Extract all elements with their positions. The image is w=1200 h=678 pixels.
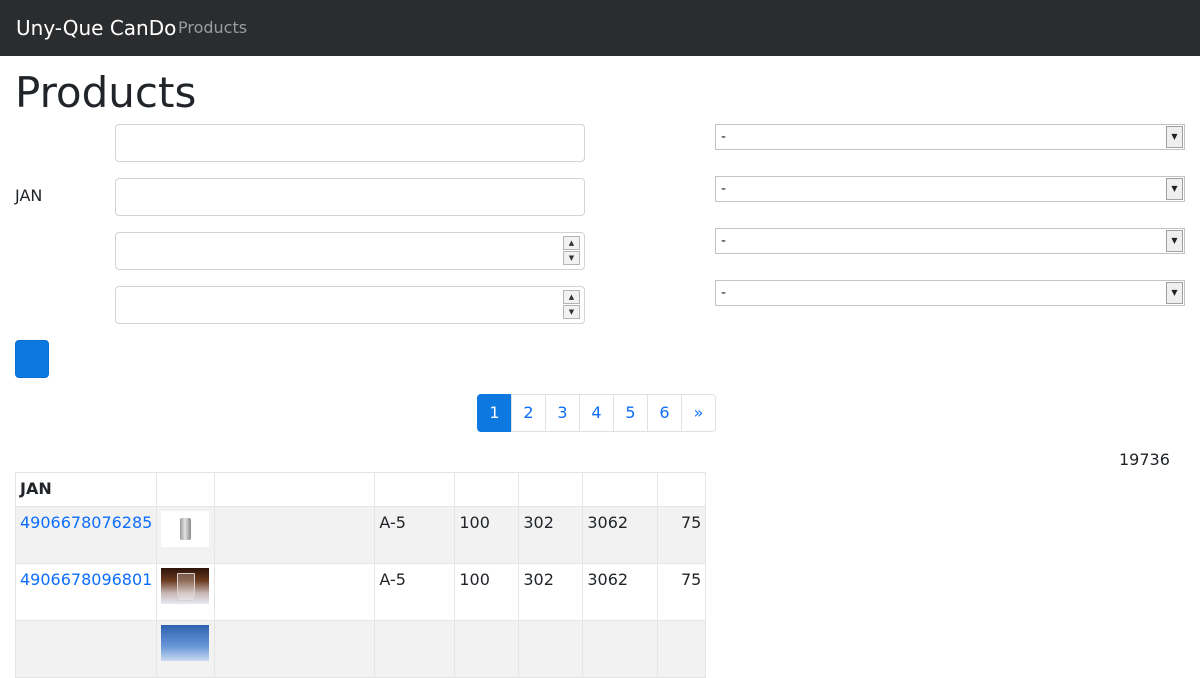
name-cell: [214, 620, 376, 678]
value-cell: [657, 620, 707, 678]
value-cell: [518, 620, 584, 678]
jan-cell: 4906678096801: [14, 563, 158, 621]
product-glass-icon: [161, 511, 210, 547]
grade-cell: A-5: [374, 563, 456, 621]
column-header-jan[interactable]: JAN: [14, 472, 158, 507]
column-header: [582, 472, 659, 507]
page-link-next[interactable]: »: [681, 394, 716, 432]
filter-select-1[interactable]: - ▼: [715, 124, 1185, 150]
nav-link-products[interactable]: Products: [178, 18, 247, 38]
page-link-6[interactable]: 6: [647, 394, 682, 432]
jan-link[interactable]: 4906678096801: [20, 570, 152, 589]
total-count: 19736: [1119, 450, 1170, 469]
jan-cell: 4906678076285: [14, 506, 158, 564]
image-cell: [156, 563, 216, 621]
jan-input[interactable]: [115, 178, 585, 216]
navbar: Uny-Que CanDo Products: [0, 0, 1200, 56]
grade-cell: A-5: [374, 506, 456, 564]
value-cell: 3062: [582, 506, 659, 564]
product-glass-icon: [161, 568, 210, 604]
brand-link[interactable]: Uny-Que CanDo: [16, 15, 176, 41]
number-spinner[interactable]: ▲ ▼: [563, 290, 580, 320]
name-cell: [214, 506, 376, 564]
spin-up-icon[interactable]: ▲: [563, 290, 580, 304]
number-spinner[interactable]: ▲ ▼: [563, 236, 580, 266]
page-link-3[interactable]: 3: [545, 394, 580, 432]
value-cell: 75: [657, 506, 707, 564]
value-cell: 3062: [582, 563, 659, 621]
pagination: 1 2 3 4 5 6 »: [477, 394, 716, 432]
page-link-5[interactable]: 5: [613, 394, 648, 432]
spin-up-icon[interactable]: ▲: [563, 236, 580, 250]
chevron-down-icon: ▼: [1166, 178, 1183, 200]
value-cell: 75: [657, 563, 707, 621]
number-input-1[interactable]: ▲ ▼: [115, 232, 585, 270]
page-link-1[interactable]: 1: [477, 394, 512, 432]
image-cell: [156, 620, 216, 678]
page-title: Products: [15, 68, 197, 117]
filter-label-jan: JAN: [15, 186, 43, 205]
jan-link[interactable]: 4906678076285: [20, 513, 152, 532]
product-image-icon: [161, 625, 210, 661]
chevron-down-icon: ▼: [1166, 230, 1183, 252]
chevron-down-icon: ▼: [1166, 282, 1183, 304]
table-row: [14, 620, 707, 678]
value-cell: [582, 620, 659, 678]
table-header-row: JAN: [14, 472, 707, 507]
filter-select-4[interactable]: - ▼: [715, 280, 1185, 306]
spin-down-icon[interactable]: ▼: [563, 305, 580, 319]
column-header: [518, 472, 584, 507]
select-value: -: [721, 129, 727, 145]
column-header: [156, 472, 216, 507]
grade-cell: [374, 620, 456, 678]
name-cell: [214, 563, 376, 621]
page-link-4[interactable]: 4: [579, 394, 614, 432]
number-input-2[interactable]: ▲ ▼: [115, 286, 585, 324]
value-cell: 302: [518, 506, 584, 564]
select-value: -: [721, 285, 727, 301]
table-row: 4906678076285 A-5 100 302 3062 75: [14, 506, 707, 564]
value-cell: [454, 620, 520, 678]
value-cell: 302: [518, 563, 584, 621]
chevron-down-icon: ▼: [1166, 126, 1183, 148]
page-link-2[interactable]: 2: [511, 394, 546, 432]
filter-select-3[interactable]: - ▼: [715, 228, 1185, 254]
column-header: [657, 472, 707, 507]
products-table: JAN 4906678076285 A-5 100 302 3062 75 49…: [14, 472, 707, 678]
filter-select-2[interactable]: - ▼: [715, 176, 1185, 202]
filter-input-1[interactable]: [115, 124, 585, 162]
jan-cell: [14, 620, 158, 678]
column-header: [214, 472, 376, 507]
column-header: [374, 472, 456, 507]
search-button[interactable]: [15, 340, 49, 378]
value-cell: 100: [454, 563, 520, 621]
image-cell: [156, 506, 216, 564]
select-value: -: [721, 233, 727, 249]
table-row: 4906678096801 A-5 100 302 3062 75: [14, 563, 707, 621]
value-cell: 100: [454, 506, 520, 564]
select-value: -: [721, 181, 727, 197]
column-header: [454, 472, 520, 507]
spin-down-icon[interactable]: ▼: [563, 251, 580, 265]
